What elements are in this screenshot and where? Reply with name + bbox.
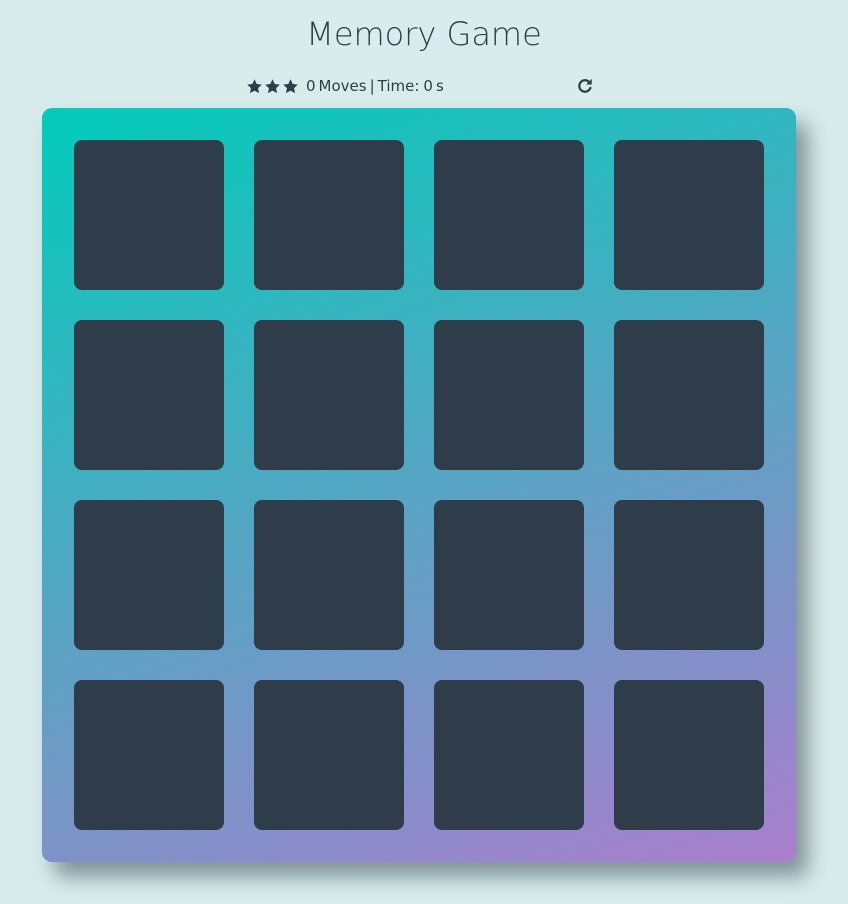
card[interactable]	[614, 680, 764, 830]
card[interactable]	[74, 140, 224, 290]
card[interactable]	[614, 500, 764, 650]
moves-counter: 0	[306, 77, 316, 95]
card[interactable]	[254, 500, 404, 650]
card[interactable]	[74, 680, 224, 830]
repeat-icon	[578, 78, 592, 93]
star-icon	[247, 78, 262, 93]
card[interactable]	[254, 320, 404, 470]
card[interactable]	[434, 140, 584, 290]
card[interactable]	[434, 680, 584, 830]
card[interactable]	[74, 500, 224, 650]
card[interactable]	[254, 140, 404, 290]
card[interactable]	[434, 500, 584, 650]
score-panel: 0 Moves | Time: 0 s	[246, 74, 596, 98]
moves-label: Moves	[318, 77, 367, 95]
time-label: Time:	[377, 77, 420, 95]
timer-value: 0	[423, 77, 433, 95]
card[interactable]	[434, 320, 584, 470]
card-deck	[42, 108, 796, 862]
star-rating	[246, 78, 299, 95]
star-icon	[265, 78, 280, 93]
card[interactable]	[74, 320, 224, 470]
time-unit: s	[435, 77, 444, 95]
page-title: Memory Game	[306, 15, 542, 53]
card[interactable]	[254, 680, 404, 830]
restart-button[interactable]	[576, 77, 594, 95]
star-icon	[283, 78, 298, 93]
card[interactable]	[614, 140, 764, 290]
card[interactable]	[614, 320, 764, 470]
separator: |	[369, 77, 375, 95]
